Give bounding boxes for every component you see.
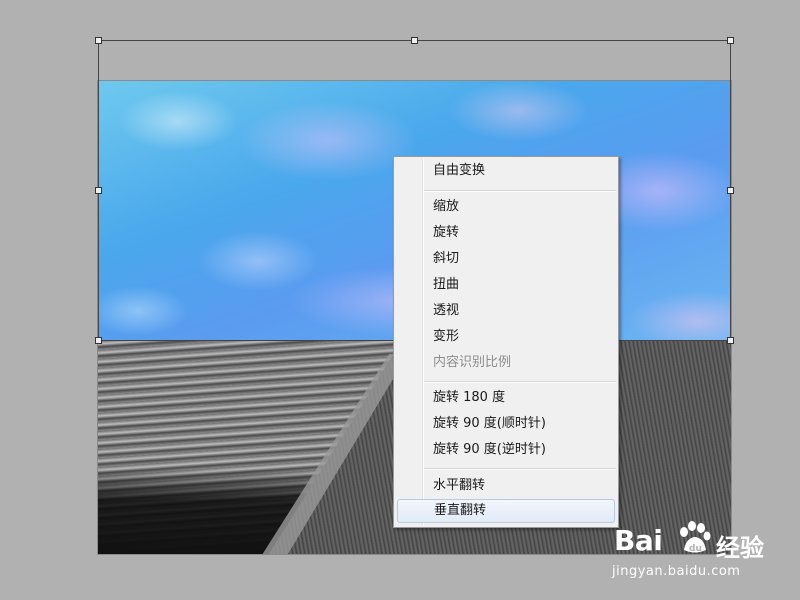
- menu-item-free-transform[interactable]: 自由变换: [394, 159, 618, 183]
- menu-item-flip-horizontal[interactable]: 水平翻转: [394, 474, 618, 498]
- menu-item-distort[interactable]: 扭曲: [394, 273, 618, 297]
- watermark-url: jingyan.baidu.com: [612, 564, 741, 579]
- menu-item-rotate-90-cw[interactable]: 旋转 90 度(顺时针): [394, 412, 618, 436]
- transform-handle-top-right[interactable]: [727, 37, 734, 44]
- transform-handle-middle-left[interactable]: [95, 187, 102, 194]
- menu-item-rotate-90-ccw[interactable]: 旋转 90 度(逆时针): [394, 438, 618, 462]
- menu-item-content-aware-scale: 内容识别比例: [433, 355, 512, 370]
- menu-item-scale[interactable]: 缩放: [394, 195, 618, 219]
- menu-item-flip-vertical[interactable]: 垂直翻转: [397, 499, 615, 523]
- menu-item-rotate[interactable]: 旋转: [394, 221, 618, 245]
- menu-separator: [424, 381, 616, 383]
- transform-handle-middle-right[interactable]: [727, 187, 734, 194]
- transform-handle-bottom-right[interactable]: [727, 337, 734, 344]
- menu-item-rotate-180[interactable]: 旋转 180 度: [394, 386, 618, 410]
- menu-item-warp[interactable]: 变形: [394, 325, 618, 349]
- menu-separator: [424, 190, 616, 192]
- menu-separator: [424, 468, 616, 470]
- menu-item-skew[interactable]: 斜切: [394, 247, 618, 271]
- transform-context-menu: 自由变换 缩放 旋转 斜切 扭曲 透视 变形 内容识别比例 旋转 180 度 旋…: [393, 156, 619, 528]
- transform-handle-bottom-left[interactable]: [95, 337, 102, 344]
- transform-handle-top-left[interactable]: [95, 37, 102, 44]
- transform-handle-top-center[interactable]: [411, 37, 418, 44]
- menu-item-perspective[interactable]: 透视: [394, 299, 618, 323]
